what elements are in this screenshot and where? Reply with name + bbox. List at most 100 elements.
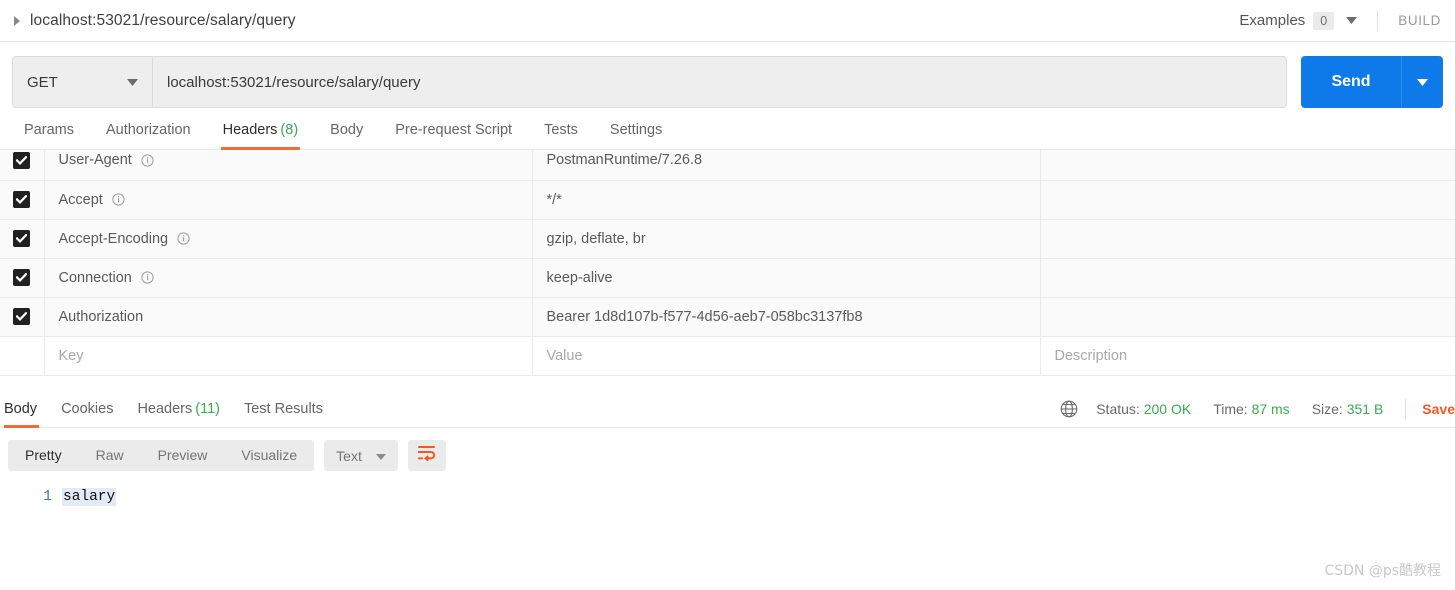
url-input[interactable]: localhost:53021/resource/salary/query: [152, 56, 1287, 108]
status-label: Status:: [1096, 400, 1140, 417]
response-tab-headers-label: Headers: [137, 401, 193, 417]
table-row[interactable]: Connection keep-alive: [0, 258, 1455, 298]
code-line-text: salary: [62, 488, 117, 506]
header-description-cell[interactable]: [1040, 258, 1455, 298]
save-response-link[interactable]: Save: [1422, 401, 1455, 417]
header-key-cell[interactable]: User-Agent: [44, 150, 533, 181]
tab-body-label: Body: [330, 122, 364, 138]
header-value-cell[interactable]: keep-alive: [532, 258, 1041, 298]
tab-headers[interactable]: Headers (8): [207, 122, 315, 150]
status-value: 200 OK: [1143, 400, 1192, 417]
row-checkbox-cell[interactable]: [0, 150, 45, 181]
watermark: CSDN @ps酷教程: [1324, 563, 1441, 579]
header-description-cell[interactable]: [1040, 219, 1455, 259]
time-label: Time:: [1213, 400, 1248, 417]
row-checkbox-cell[interactable]: [0, 297, 45, 337]
request-title: localhost:53021/resource/salary/query: [30, 11, 296, 29]
new-header-key-input[interactable]: Key: [44, 336, 533, 376]
toolbar-divider: [1377, 10, 1379, 31]
response-meta: Status: 200 OK Time: 87 ms Size: 351 B S…: [1060, 398, 1455, 419]
send-button[interactable]: Send: [1301, 56, 1401, 108]
header-value-text: PostmanRuntime/7.26.8: [546, 152, 703, 169]
row-checkbox-cell[interactable]: [0, 180, 45, 220]
header-value-cell[interactable]: PostmanRuntime/7.26.8: [532, 150, 1041, 181]
format-chevron-down-icon: [375, 447, 386, 465]
response-body-editor[interactable]: 1 salary: [0, 481, 1455, 506]
header-key-cell[interactable]: Connection: [44, 258, 533, 298]
view-mode-pretty[interactable]: Pretty: [8, 440, 79, 471]
info-icon[interactable]: [112, 193, 125, 206]
table-row[interactable]: User-Agent PostmanRuntime/7.26.8: [0, 150, 1455, 181]
size-badge: Size: 351 B: [1312, 401, 1384, 417]
info-icon[interactable]: [141, 271, 154, 284]
new-header-value-input[interactable]: Value: [532, 336, 1041, 376]
row-enabled-checkbox[interactable]: [13, 269, 31, 286]
http-method-select[interactable]: GET: [12, 56, 152, 108]
response-tab-headers[interactable]: Headers (11): [125, 401, 232, 427]
header-value-text: */*: [546, 191, 562, 208]
tab-body[interactable]: Body: [314, 122, 379, 149]
row-enabled-checkbox[interactable]: [13, 308, 31, 325]
tab-headers-label: Headers: [222, 122, 278, 138]
response-format-select[interactable]: Text: [324, 440, 398, 471]
header-description-cell[interactable]: [1040, 150, 1455, 181]
code-content[interactable]: salary: [62, 488, 1455, 506]
headers-table: User-Agent PostmanRuntime/7.26.8 Accept …: [0, 150, 1455, 376]
info-icon[interactable]: [177, 232, 190, 245]
build-button[interactable]: BUILD: [1398, 13, 1441, 28]
examples-count-badge: 0: [1313, 11, 1335, 30]
size-label: Size:: [1311, 400, 1343, 417]
header-description-cell[interactable]: [1040, 180, 1455, 220]
response-tab-body-label: Body: [4, 401, 38, 417]
method-chevron-down-icon: [127, 78, 138, 86]
expand-caret-icon[interactable]: [10, 14, 24, 28]
table-row[interactable]: Accept-Encoding gzip, deflate, br: [0, 219, 1455, 259]
header-key-text: Accept-Encoding: [58, 230, 169, 247]
row-enabled-checkbox[interactable]: [13, 191, 31, 208]
tab-tests-label: Tests: [544, 122, 578, 138]
response-tab-body[interactable]: Body: [4, 401, 49, 428]
send-options-chevron-down-icon[interactable]: [1401, 56, 1443, 108]
examples-chevron-down-icon[interactable]: [1346, 17, 1358, 24]
new-header-description-input[interactable]: Description: [1040, 336, 1455, 376]
header-value-cell[interactable]: */*: [532, 180, 1041, 220]
examples-label: Examples: [1239, 12, 1306, 29]
tab-authorization[interactable]: Authorization: [90, 122, 207, 149]
tab-tests[interactable]: Tests: [528, 122, 594, 149]
tab-authorization-label: Authorization: [105, 122, 191, 138]
table-row[interactable]: Authorization Bearer 1d8d107b-f577-4d56-…: [0, 297, 1455, 337]
tab-pre-request-script[interactable]: Pre-request Script: [379, 122, 528, 149]
header-description-cell[interactable]: [1040, 297, 1455, 337]
url-bar: GET localhost:53021/resource/salary/quer…: [0, 42, 1455, 108]
word-wrap-toggle-button[interactable]: [407, 440, 446, 471]
header-key-cell[interactable]: Accept-Encoding: [44, 219, 533, 259]
row-checkbox-cell[interactable]: [0, 258, 45, 298]
tab-settings[interactable]: Settings: [594, 122, 678, 149]
time-value: 87 ms: [1251, 400, 1290, 417]
header-value-text: keep-alive: [546, 269, 613, 286]
row-enabled-checkbox[interactable]: [13, 151, 31, 169]
table-row[interactable]: Accept */*: [0, 180, 1455, 220]
tab-params-label: Params: [24, 122, 74, 138]
header-value-cell[interactable]: gzip, deflate, br: [532, 219, 1041, 259]
response-tab-test-results[interactable]: Test Results: [232, 401, 335, 427]
send-button-group: Send: [1301, 56, 1443, 108]
title-bar-right: Examples 0 BUILD: [1239, 10, 1441, 31]
http-method-value: GET: [27, 73, 58, 91]
header-key-text: Authorization: [58, 308, 144, 325]
info-icon[interactable]: [141, 154, 154, 167]
view-mode-raw[interactable]: Raw: [79, 440, 141, 471]
row-checkbox-cell[interactable]: [0, 219, 45, 259]
header-value-cell[interactable]: Bearer 1d8d107b-f577-4d56-aeb7-058bc3137…: [532, 297, 1041, 337]
header-key-cell[interactable]: Authorization: [44, 297, 533, 337]
tab-params[interactable]: Params: [8, 122, 90, 149]
table-row-new[interactable]: Key Value Description: [0, 336, 1455, 376]
response-tab-cookies[interactable]: Cookies: [49, 401, 125, 427]
tab-headers-count: (8): [280, 122, 299, 138]
view-mode-preview[interactable]: Preview: [141, 440, 225, 471]
header-key-cell[interactable]: Accept: [44, 180, 533, 220]
row-enabled-checkbox[interactable]: [13, 230, 31, 247]
view-mode-visualize[interactable]: Visualize: [224, 440, 314, 471]
response-tab-cookies-label: Cookies: [61, 401, 114, 417]
globe-icon[interactable]: [1060, 400, 1078, 418]
